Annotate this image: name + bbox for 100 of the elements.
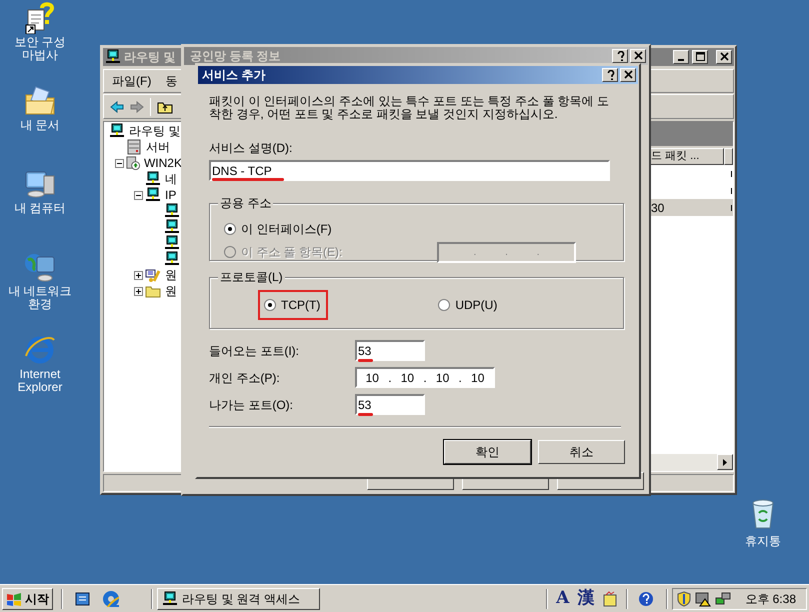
- close-button[interactable]: [716, 50, 732, 64]
- group-label: 공용 주소: [218, 196, 274, 210]
- close-button[interactable]: [620, 68, 636, 82]
- desktop-icon-label[interactable]: 내 컴퓨터: [8, 202, 72, 215]
- forward-arrow-icon: [130, 100, 144, 112]
- network-icon: [715, 590, 732, 606]
- horizontal-scrollbar[interactable]: [648, 454, 733, 471]
- close-icon: [624, 70, 632, 80]
- ip-separator: .: [458, 370, 462, 386]
- close-icon: [720, 52, 728, 62]
- input-field[interactable]: 53: [355, 394, 425, 415]
- network-computer-icon: [145, 187, 161, 203]
- windows-logo-icon: [6, 592, 22, 606]
- key-document-icon: [145, 267, 161, 283]
- ip-separator: .: [423, 370, 427, 386]
- radio-option[interactable]: 이 인터페이스(F): [224, 220, 332, 238]
- question-mark-icon: [616, 51, 624, 61]
- ip-separator: .: [388, 370, 392, 386]
- group-label: 프로토콜(L): [218, 270, 285, 284]
- list-row[interactable]: 30: [648, 199, 733, 216]
- tree-item[interactable]: IP: [165, 186, 176, 204]
- ip-octet: 10: [471, 370, 484, 386]
- field-value: 53: [358, 342, 372, 360]
- server-icon: [126, 139, 142, 155]
- dialog-title: 서비스 추가: [202, 67, 266, 84]
- menu-item[interactable]: 파일(F): [112, 72, 152, 90]
- desktop-icon-label[interactable]: 보안 구성 마법사: [8, 36, 72, 62]
- browser-e-icon: [24, 334, 56, 366]
- server-arrow-icon: [126, 155, 140, 171]
- ime-toolbar-icon: [602, 590, 618, 606]
- right-arrow-icon: [723, 458, 727, 466]
- help-button[interactable]: [602, 68, 618, 82]
- taskbar-button[interactable]: 라우팅 및 원격 액세스: [157, 588, 320, 610]
- input-field[interactable]: 53: [355, 340, 425, 361]
- close-icon: [634, 51, 642, 61]
- network-computer-icon: [105, 49, 121, 65]
- help-button[interactable]: [612, 49, 628, 63]
- radio-option[interactable]: TCP(T): [258, 290, 328, 320]
- ip-octet: 10: [436, 370, 450, 386]
- network-computer-icon: [164, 219, 180, 235]
- window-title: 공인망 등록 정보: [190, 48, 281, 65]
- help-icon: [638, 590, 654, 606]
- tree-item[interactable]: 서버: [146, 138, 170, 156]
- tree-item[interactable]: 라우팅 및: [129, 122, 180, 140]
- warning-icon: [695, 590, 712, 606]
- ime-indicator[interactable]: 漢: [577, 586, 594, 612]
- browser-e-icon: [103, 590, 119, 606]
- folder-icon: [24, 85, 56, 117]
- shield-icon: [677, 590, 692, 606]
- menu-item[interactable]: 동: [165, 72, 178, 90]
- radio-empty-icon: [438, 299, 450, 311]
- minimize-icon: [678, 59, 684, 61]
- field-label: 서비스 설명(D):: [209, 141, 294, 155]
- ip-address-field[interactable]: 10 . 10 . 10 . 10: [355, 367, 495, 388]
- field-value: DNS - TCP: [212, 162, 272, 180]
- desktop-icon-label[interactable]: 내 문서: [8, 119, 72, 132]
- field-label: 들어오는 포트(I):: [209, 342, 300, 360]
- ip-separator: .: [473, 246, 476, 260]
- desktop-icon-label[interactable]: Internet Explorer: [8, 368, 72, 394]
- ip-separator: .: [505, 246, 508, 260]
- network-computer-icon: [109, 123, 125, 139]
- maximize-button[interactable]: [692, 50, 708, 64]
- tree-item[interactable]: 원: [165, 266, 177, 284]
- radio-selected-icon: [224, 223, 236, 235]
- desktop-icon-label[interactable]: 내 네트워크 환경: [8, 285, 72, 311]
- field-value: 53: [358, 396, 372, 414]
- ip-separator: .: [536, 246, 540, 260]
- tree-item[interactable]: WIN2K: [144, 154, 182, 172]
- network-computer-icon: [164, 251, 180, 267]
- clock: 오후 6:38: [745, 590, 796, 608]
- column-header[interactable]: [724, 148, 733, 165]
- network-computer-icon: [162, 590, 178, 606]
- tree-item[interactable]: 원: [165, 282, 177, 300]
- dialog-button[interactable]: 취소: [538, 440, 625, 464]
- ip-octet: 10: [366, 370, 379, 386]
- folder-up-icon: [157, 100, 173, 114]
- question-mark-icon: [606, 70, 614, 80]
- ime-indicator[interactable]: A: [556, 586, 570, 612]
- maximize-icon: [696, 52, 704, 62]
- desktop-shortcut-icon: [75, 590, 91, 606]
- document-question-icon: [24, 2, 56, 34]
- radio-selected-icon: [264, 299, 276, 311]
- radio-option[interactable]: UDP(U): [436, 294, 500, 316]
- minimize-button[interactable]: [673, 50, 689, 64]
- start-button[interactable]: 시작: [2, 588, 53, 610]
- radio-empty-icon: [224, 246, 236, 258]
- network-computer-icon: [164, 203, 180, 219]
- description-text: 패킷이 이 인터페이스의 주소에 있는 특수 포트 또는 특정 주소 풀 항목에 도착한 경우, 어떤 포트 및 주소로 패킷을 보낼 것인지 지정하십시오.: [209, 95, 610, 121]
- window-title: 라우팅 및: [124, 49, 176, 66]
- ip-octet: 10: [400, 370, 414, 386]
- scroll-right-button[interactable]: [717, 454, 733, 470]
- column-header[interactable]: 드 패킷 ...: [648, 148, 724, 165]
- desktop-icon-label[interactable]: 휴지통: [745, 532, 781, 550]
- dialog-button[interactable]: 확인: [444, 440, 531, 464]
- network-computer-icon: [145, 171, 161, 187]
- tree-item[interactable]: 네: [165, 170, 177, 188]
- list-cell-text: 30: [651, 200, 664, 216]
- network-globe-icon: [24, 251, 56, 283]
- input-field[interactable]: DNS - TCP: [209, 160, 610, 181]
- close-button[interactable]: [630, 49, 646, 63]
